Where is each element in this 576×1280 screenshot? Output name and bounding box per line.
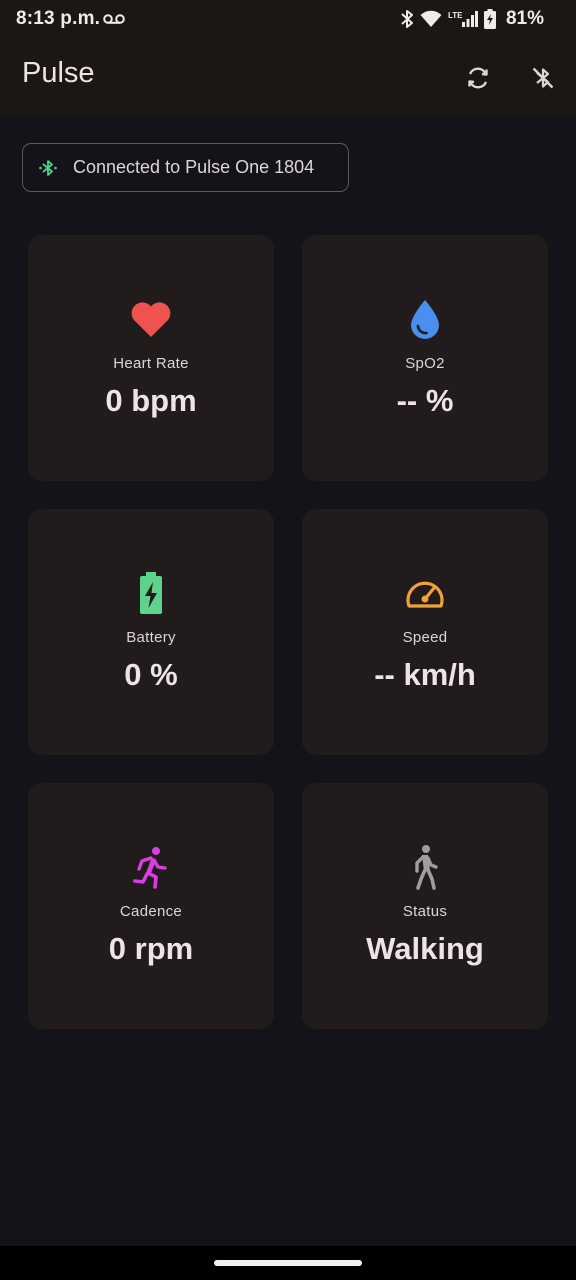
refresh-button[interactable] [458, 58, 498, 98]
wifi-icon [420, 10, 442, 27]
battery-card: Battery 0 % [28, 509, 274, 755]
svg-text:LTE: LTE [448, 11, 463, 20]
battery-charging-icon [28, 571, 274, 615]
bluetooth-connected-icon [38, 158, 58, 178]
bluetooth-disabled-icon [532, 67, 554, 89]
home-gesture-handle[interactable] [214, 1260, 362, 1266]
card-value: 0 % [124, 657, 178, 692]
lte-signal-icon: LTE [448, 11, 478, 27]
spo2-card: SpO2 -- % [302, 235, 548, 481]
connection-status-text: Connected to Pulse One 1804 [73, 157, 315, 177]
status-card: Status Walking [302, 783, 548, 1029]
card-label: Cadence [119, 903, 183, 920]
walking-icon [302, 845, 548, 890]
card-label: SpO2 [405, 355, 445, 372]
connection-chip[interactable]: Connected to Pulse One 1804 [22, 143, 349, 192]
app-bar: Pulse [0, 40, 576, 115]
card-value: Walking [366, 931, 484, 966]
card-label: Status [402, 903, 448, 920]
bluetooth-disable-button[interactable] [523, 58, 563, 98]
refresh-icon [468, 67, 488, 89]
card-label: Battery [126, 629, 176, 646]
card-value: -- % [396, 383, 454, 418]
card-value: 0 rpm [108, 931, 194, 966]
navigation-bar [0, 1246, 576, 1280]
running-icon [28, 845, 274, 889]
card-value: 0 bpm [105, 383, 197, 418]
status-time: 8:13 p.m. [16, 8, 101, 29]
status-icons: LTE 81% [400, 8, 544, 30]
status-bar: 8:13 p.m. LTE 81% [0, 0, 576, 40]
heart-icon [28, 297, 274, 341]
speedometer-icon [302, 571, 548, 615]
app-title: Pulse [22, 57, 95, 89]
bluetooth-icon [401, 10, 413, 28]
card-label: Heart Rate [113, 355, 189, 372]
heart-rate-card: Heart Rate 0 bpm [28, 235, 274, 481]
speed-card: Speed -- km/h [302, 509, 548, 755]
main-content: Connected to Pulse One 1804 Heart Rate 0… [0, 115, 576, 1246]
voicemail-icon [103, 14, 125, 24]
water-drop-icon [302, 297, 548, 341]
card-value: -- km/h [374, 657, 476, 692]
cadence-card: Cadence 0 rpm [28, 783, 274, 1029]
battery-charging-icon [483, 9, 496, 29]
card-label: Speed [402, 629, 448, 646]
battery-percent: 81% [505, 8, 544, 29]
